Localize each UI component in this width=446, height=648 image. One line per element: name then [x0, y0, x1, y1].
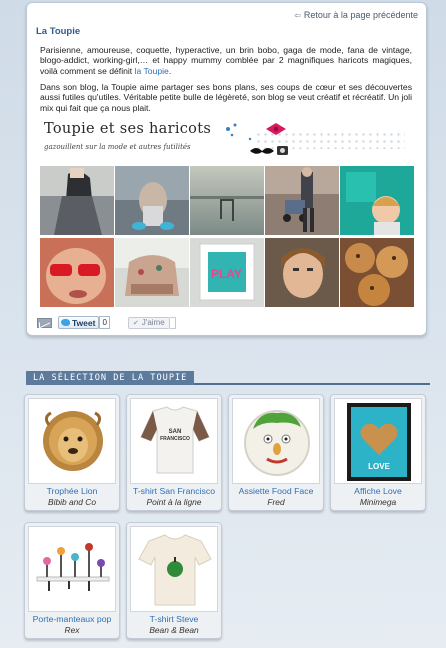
- product-name: Assiette Food Face: [238, 486, 314, 496]
- product-image: [28, 398, 116, 484]
- card-title: La Toupie: [36, 26, 81, 37]
- photo-armchair[interactable]: [115, 238, 189, 307]
- tweet-label: Tweet: [72, 317, 96, 328]
- banner-title: Toupie et ses haricots: [44, 121, 212, 137]
- like-label: J'aime: [141, 318, 165, 327]
- product-image: SAN FRANCISCO: [130, 398, 218, 484]
- product-card[interactable]: Assiette Food Face Fred: [228, 394, 324, 511]
- photo-grid: PLAY: [40, 166, 414, 308]
- intro-text-end: .: [168, 65, 172, 76]
- product-image: [232, 398, 320, 484]
- product-name: Affiche Love: [354, 486, 402, 496]
- intro-paragraph: Parisienne, amoureuse, coquette, hyperac…: [40, 45, 412, 76]
- product-brand: Rex: [64, 625, 80, 635]
- section-title: LA SÉLECTION DE LA TOUPIE: [26, 371, 195, 385]
- tshirt-apple-icon: [138, 534, 212, 606]
- coat-rack-icon: [36, 543, 110, 591]
- product-name: T-shirt San Francisco: [132, 486, 216, 496]
- product-card[interactable]: SAN FRANCISCO T-shirt San Francisco Poin…: [126, 394, 222, 511]
- photo-red-sunglasses[interactable]: [40, 238, 114, 307]
- product-card[interactable]: Porte-manteaux pop Rex: [24, 522, 120, 639]
- photo-child-blue-shoes[interactable]: [115, 166, 189, 235]
- product-brand: Bean & Bean: [149, 625, 199, 635]
- product-name: T-shirt Steve: [149, 614, 199, 624]
- product-name: Trophée Lion: [46, 486, 98, 496]
- product-brand: Point à la ligne: [146, 497, 202, 507]
- photo-woman-stroller[interactable]: [265, 166, 339, 235]
- photo-play-sign[interactable]: PLAY: [190, 238, 264, 307]
- tshirt-icon: SAN FRANCISCO: [140, 406, 210, 474]
- svg-text:PLAY: PLAY: [211, 267, 242, 281]
- bow-mustache-icon: [226, 123, 288, 155]
- like-button[interactable]: ✔ J'aime: [127, 316, 170, 329]
- tweet-button[interactable]: Tweet: [58, 316, 100, 329]
- product-image: LOVE: [334, 398, 422, 484]
- photo-cookies[interactable]: [340, 238, 414, 307]
- product-card[interactable]: T-shirt Steve Bean & Bean: [126, 522, 222, 639]
- food-face-plate-icon: [244, 410, 310, 476]
- svg-text:LOVE: LOVE: [368, 462, 390, 471]
- product-card[interactable]: Trophée Lion Bibib and Co: [24, 394, 120, 511]
- like-count: [169, 316, 176, 329]
- section-header: LA SÉLECTION DE LA TOUPIE: [26, 371, 430, 385]
- blog-description: Dans son blog, la Toupie aime partager s…: [40, 82, 412, 113]
- lion-trophy-icon: [43, 411, 103, 471]
- back-arrow-icon: ⇦: [294, 10, 301, 20]
- photo-girl-skirt[interactable]: [40, 166, 114, 235]
- blog-link[interactable]: la Toupie: [135, 66, 169, 76]
- love-poster-icon: LOVE: [347, 403, 411, 481]
- email-share-icon[interactable]: [37, 317, 52, 328]
- svg-text:FRANCISCO: FRANCISCO: [160, 436, 190, 442]
- intro-text: Parisienne, amoureuse, coquette, hyperac…: [40, 45, 412, 76]
- banner-subtitle: gazouillent sur la mode et autres futili…: [44, 143, 191, 151]
- back-link-label: Retour à la page précédente: [303, 10, 418, 20]
- tweet-count: 0: [99, 316, 110, 329]
- product-image: [130, 526, 218, 612]
- photo-child-teal[interactable]: [340, 166, 414, 235]
- product-card[interactable]: LOVE Affiche Love Minimega: [330, 394, 426, 511]
- product-name: Porte-manteaux pop: [32, 614, 112, 624]
- product-brand: Minimega: [359, 497, 397, 507]
- share-row: Tweet 0 ✔ J'aime: [37, 316, 176, 329]
- like-check-icon: ✔: [132, 319, 139, 327]
- product-image: [28, 526, 116, 612]
- photo-woman-portrait[interactable]: [265, 238, 339, 307]
- twitter-bird-icon: [61, 319, 70, 326]
- blog-banner[interactable]: Toupie et ses haricots gazouillent sur l…: [40, 117, 412, 163]
- product-brand: Bibib and Co: [48, 497, 96, 507]
- svg-text:SAN: SAN: [169, 429, 182, 435]
- product-brand: Fred: [267, 497, 285, 507]
- back-link[interactable]: ⇦ Retour à la page précédente: [294, 10, 418, 20]
- profile-card: ⇦ Retour à la page précédente La Toupie …: [26, 2, 427, 336]
- photo-lake-pier[interactable]: [190, 166, 264, 235]
